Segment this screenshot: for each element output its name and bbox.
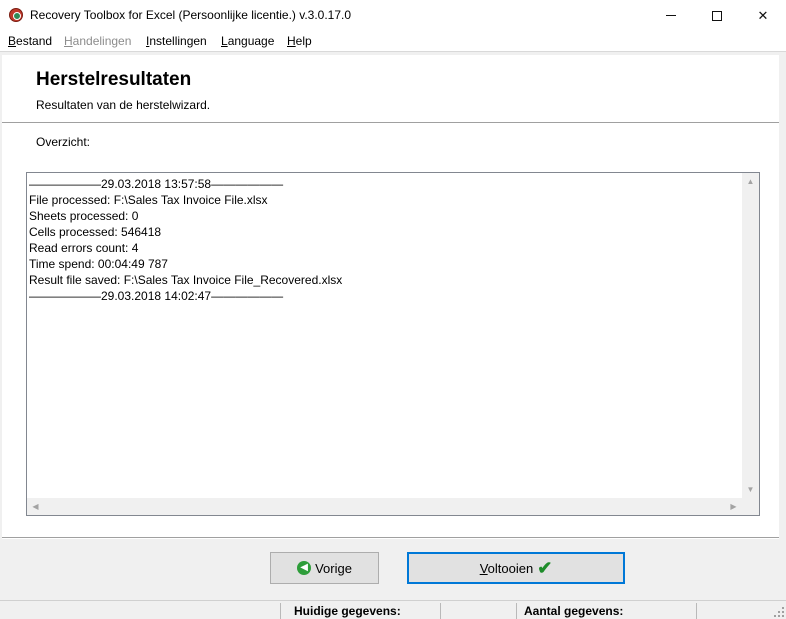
- scroll-left-icon[interactable]: ◀: [27, 498, 44, 515]
- log-line: Time spend: 00:04:49 787: [29, 257, 168, 271]
- app-logo-icon: [9, 8, 23, 22]
- status-divider: [280, 603, 281, 619]
- menu-item-help[interactable]: Help: [287, 34, 312, 48]
- menu-item-language[interactable]: Language: [221, 34, 274, 48]
- previous-button-label: Vorige: [315, 560, 352, 576]
- menu-mnemonic: L: [221, 34, 228, 48]
- status-divider: [516, 603, 517, 619]
- maximize-button[interactable]: [694, 0, 740, 31]
- status-data-count: Aantal gegevens:: [524, 604, 624, 618]
- menu-item-bestand[interactable]: Bestand: [8, 34, 52, 48]
- page-subtitle: Resultaten van de herstelwizard.: [36, 98, 211, 112]
- menu-mnemonic: B: [8, 34, 17, 48]
- menu-item-instellingen[interactable]: Instellingen: [146, 34, 207, 48]
- status-divider: [696, 603, 697, 619]
- maximize-icon: [712, 10, 722, 21]
- results-log[interactable]: ——————29.03.2018 13:57:58—————— File pro…: [26, 172, 760, 516]
- title-bar: Recovery Toolbox for Excel (Persoonlijke…: [0, 0, 786, 31]
- close-icon: ✕: [757, 7, 769, 23]
- page-title: Herstelresultaten: [36, 69, 192, 90]
- minimize-button[interactable]: [648, 0, 694, 31]
- menu-label: elp: [295, 34, 312, 48]
- scroll-right-icon[interactable]: ▶: [725, 498, 742, 515]
- status-divider: [440, 603, 441, 619]
- menu-mnemonic: H: [64, 34, 73, 48]
- log-line: ——————29.03.2018 13:57:58——————: [29, 177, 284, 191]
- menu-label: andelingen: [72, 34, 132, 48]
- finish-mnemonic: V: [479, 560, 488, 576]
- finish-button[interactable]: Voltooien ✔: [407, 552, 625, 584]
- menu-label: anguage: [227, 34, 275, 48]
- menu-label: estand: [16, 34, 53, 48]
- log-line: ——————29.03.2018 14:02:47——————: [29, 289, 284, 303]
- finish-label-rest: oltooien: [487, 560, 534, 576]
- log-line: Read errors count: 4: [29, 241, 139, 255]
- menu-bar: Bestand Handelingen Instellingen Languag…: [0, 31, 786, 51]
- checkmark-icon: ✔: [537, 558, 553, 578]
- previous-button[interactable]: ◀ Vorige: [270, 552, 379, 584]
- resize-grip-icon[interactable]: [774, 607, 784, 617]
- scroll-down-icon[interactable]: ▼: [742, 481, 759, 498]
- footer-divider-highlight: [2, 538, 779, 539]
- overview-label: Overzicht:: [36, 135, 91, 149]
- menu-label: nstellingen: [149, 34, 207, 48]
- arrow-left-circle-icon: ◀: [297, 561, 312, 575]
- log-line: File processed: F:\Sales Tax Invoice Fil…: [29, 193, 268, 207]
- vertical-scrollbar[interactable]: ▲ ▼: [742, 173, 759, 498]
- horizontal-scrollbar[interactable]: ◀ ▶: [27, 498, 742, 515]
- log-line: Result file saved: F:\Sales Tax Invoice …: [29, 273, 343, 287]
- close-button[interactable]: ✕: [740, 0, 786, 31]
- minimize-icon: [666, 15, 676, 16]
- status-current-data: Huidige gegevens:: [294, 604, 401, 618]
- log-line: Sheets processed: 0: [29, 209, 139, 223]
- scroll-up-icon[interactable]: ▲: [742, 173, 759, 190]
- menu-mnemonic: H: [287, 34, 296, 48]
- status-bar: Huidige gegevens: Aantal gegevens:: [0, 600, 786, 619]
- log-content[interactable]: ——————29.03.2018 13:57:58—————— File pro…: [29, 176, 741, 496]
- scrollbar-corner: [742, 498, 759, 515]
- menu-item-handelingen: Handelingen: [64, 34, 131, 48]
- log-line: Cells processed: 546418: [29, 225, 162, 239]
- finish-button-label: Voltooien: [480, 561, 534, 576]
- window-title: Recovery Toolbox for Excel (Persoonlijke…: [30, 8, 352, 22]
